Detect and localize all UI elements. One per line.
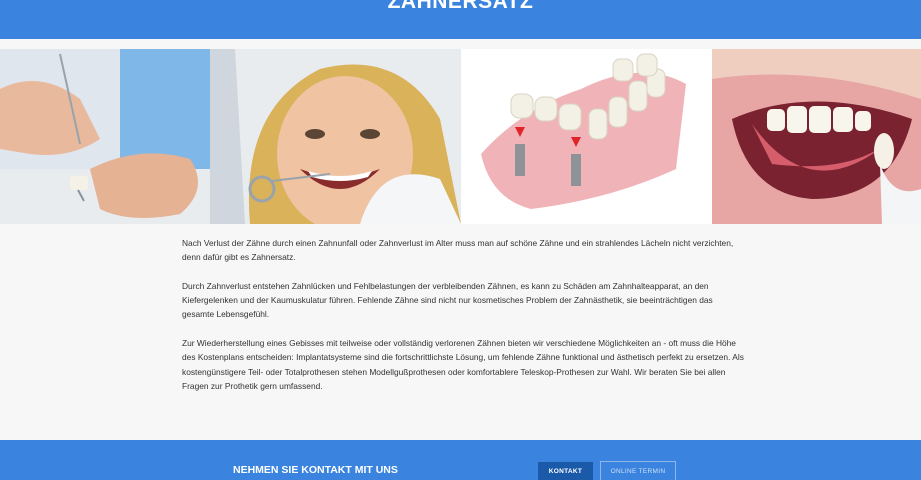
smiling-patient-dental-exam-image — [210, 49, 461, 224]
page-title: ZAHNERSATZ — [387, 0, 534, 13]
dentist-hands-with-crown-image — [0, 49, 210, 224]
contact-heading: NEHMEN SIE KONTAKT MIT UNS — [233, 464, 398, 476]
intro-paragraph: Nach Verlust der Zähne durch einen Zahnu… — [182, 238, 734, 263]
image-gallery — [0, 49, 921, 224]
teeth-close-up-with-veneer-image — [712, 49, 921, 224]
page-header-banner: ZAHNERSATZ — [0, 0, 921, 39]
consequences-paragraph: Durch Zahnverlust entstehen Zahnlücken u… — [182, 280, 713, 320]
kontakt-button[interactable]: KONTAKT — [538, 462, 593, 480]
contact-bar: NEHMEN SIE KONTAKT MIT UNS KONTAKT ONLIN… — [0, 440, 921, 480]
options-paragraph: Zur Wiederherstellung eines Gebisses mit… — [182, 338, 744, 391]
content-section: Nach Verlust der Zähne durch einen Zahnu… — [182, 236, 744, 408]
online-termin-button[interactable]: ONLINE TERMIN — [600, 461, 676, 480]
dental-bridge-implant-illustration — [461, 49, 712, 224]
